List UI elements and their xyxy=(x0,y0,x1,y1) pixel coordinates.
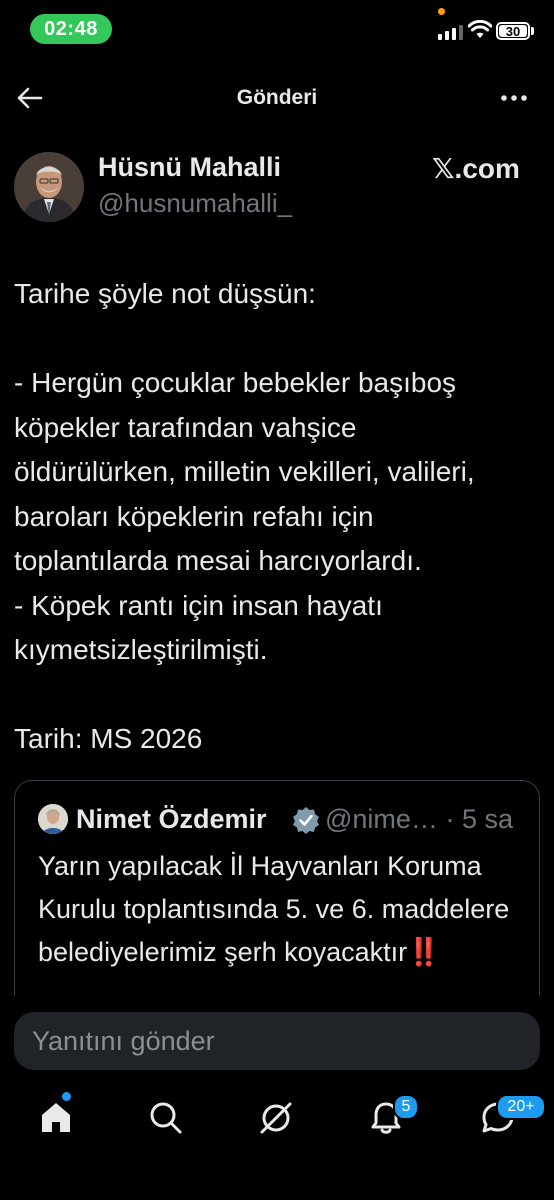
reply-input[interactable]: Yanıtını gönder xyxy=(14,1012,540,1070)
quoted-post-time: · 5 sa xyxy=(445,804,513,834)
quoted-author-avatar xyxy=(38,804,68,834)
post-line: köpekler tarafından vahşice xyxy=(14,411,357,443)
author-name[interactable]: Hüsnü Mahalli xyxy=(98,152,281,183)
quoted-post-text: Yarın yapılacak İl Hayvanları Koruma Kur… xyxy=(38,845,518,974)
wifi-icon xyxy=(468,20,492,38)
post-line: - Hergün çocuklar bebekler başıboş xyxy=(14,367,457,398)
author-avatar[interactable] xyxy=(14,152,84,222)
source-label: 𝕏.com xyxy=(432,153,520,184)
home-new-indicator xyxy=(62,1092,71,1101)
page-title: Gönderi xyxy=(236,86,318,109)
grok-icon[interactable] xyxy=(256,1098,296,1138)
verified-badge-icon xyxy=(293,807,319,834)
post-line: toplantılarda mesai harcıyorlardı. xyxy=(14,545,422,576)
post-line: Tarih: MS 2026 xyxy=(14,723,203,754)
quoted-author-handle-time: @nime… · 5 sa xyxy=(325,804,513,835)
search-icon[interactable] xyxy=(146,1098,186,1138)
cellular-signal-icon xyxy=(438,24,463,40)
notifications-badge: 5 xyxy=(393,1094,419,1120)
post-text: Tarihe şöyle not düşsün: - Hergün çocukl… xyxy=(14,272,540,762)
privacy-indicator xyxy=(438,8,445,15)
battery-icon: 30 xyxy=(496,22,530,40)
messages-badge: 20+ xyxy=(496,1094,546,1120)
post-line: Tarihe şöyle not düşsün: xyxy=(14,278,316,309)
double-exclamation-emoji: ‼️ xyxy=(407,937,441,967)
battery-tip xyxy=(531,27,534,35)
home-icon[interactable] xyxy=(36,1098,76,1138)
post-line: öldürülürken, milletin vekilleri, valile… xyxy=(14,456,475,487)
post-line: baroları köpeklerin refahı için xyxy=(14,500,374,532)
author-handle[interactable]: @husnumahalli_ xyxy=(98,188,292,219)
back-arrow-icon[interactable] xyxy=(14,82,46,114)
battery-level: 30 xyxy=(505,23,521,39)
status-time: 02:48 xyxy=(30,14,112,44)
more-options-icon[interactable] xyxy=(498,82,530,114)
quoted-author-handle: @nime… xyxy=(325,804,438,834)
quoted-author-name: Nimet Özdemir xyxy=(76,804,267,834)
post-line: - Köpek rantı için insan hayatı xyxy=(14,589,383,621)
post-line: kıymetsizleştirilmişti. xyxy=(14,634,268,665)
